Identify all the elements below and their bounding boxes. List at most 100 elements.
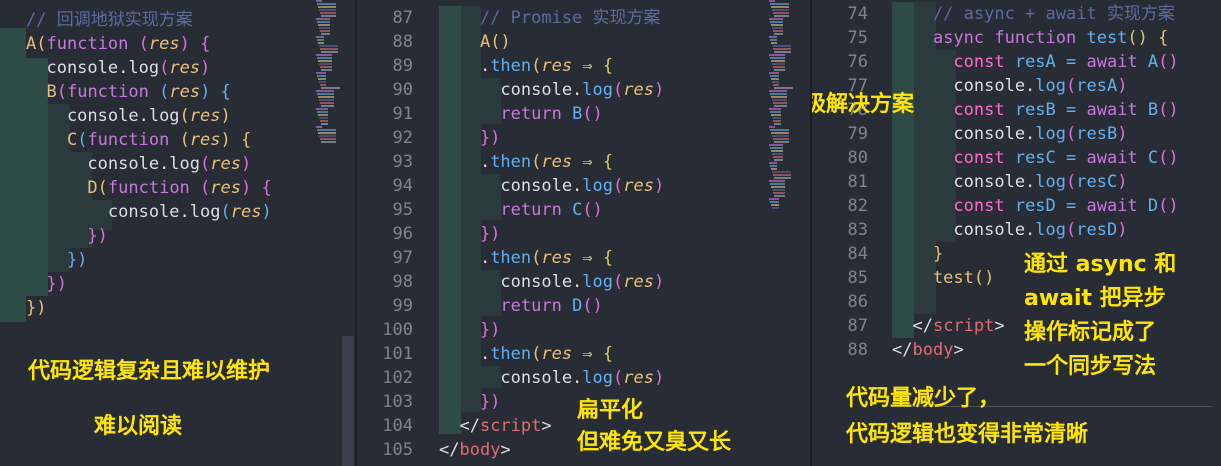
minimap[interactable] [769, 0, 793, 240]
minimap-line [770, 75, 779, 77]
minimap-line [771, 96, 787, 98]
code-token: }) [26, 274, 67, 294]
code-line[interactable]: test() [892, 266, 994, 290]
annotation-desc-4: 一个同步写法 [1024, 354, 1157, 379]
code-line[interactable]: }) [439, 318, 500, 342]
line-number: 97 [392, 248, 413, 268]
minimap-line [319, 81, 326, 83]
code-line[interactable]: return C() [439, 198, 603, 222]
code-line[interactable]: // 回调地狱实现方案 [26, 8, 193, 32]
code-line[interactable]: }) [26, 272, 67, 296]
code-line[interactable]: C(function (res) { [26, 128, 251, 152]
code-token: ( [159, 58, 170, 78]
minimap[interactable] [316, 0, 340, 240]
code-line[interactable]: A() [439, 30, 511, 54]
code-token: log [169, 154, 201, 174]
code-line[interactable]: .then(res ⇒ { [439, 54, 613, 78]
editor-panel-promise[interactable]: 87 88 89 90 91 92 93 94 95 96 97 98 99 100 101 102 103 10… [357, 0, 810, 466]
code-line[interactable]: </script> [439, 414, 551, 438]
minimap-line [773, 156, 783, 158]
code-line[interactable]: console.log(res) [26, 56, 210, 80]
code-line[interactable]: return B() [439, 102, 602, 126]
code-line[interactable]: }) [439, 222, 500, 246]
editor-panel-callback[interactable]: // 回调地狱实现方案 A(function (res) { console.lo… [0, 0, 355, 466]
code-token: () [582, 296, 603, 316]
minimap-line [772, 207, 779, 209]
code-line[interactable]: console.log(resB) [892, 122, 1127, 146]
annotation-desc-1: 通过 async 和 [1024, 252, 1177, 277]
code-token: A [439, 32, 491, 52]
code-line[interactable]: console.log(resA) [892, 74, 1127, 98]
code-line[interactable]: D(function (res) { [26, 176, 271, 200]
code-line[interactable]: }) [439, 390, 500, 414]
code-line[interactable]: async function test() { [892, 26, 1168, 50]
minimap-line [772, 81, 779, 83]
code-line[interactable]: }) [26, 248, 87, 272]
code-token: ) [220, 106, 231, 126]
code-token: ( [138, 34, 149, 54]
scrollbar[interactable] [342, 336, 354, 466]
editor-panel-async-await[interactable]: 74 75 76 77 78 79 80 81 82 83 84 85 86 87 88 // async … [812, 0, 1221, 466]
code-token: return [439, 296, 573, 316]
annotation-summary-1: 代码量减少了， [846, 386, 1001, 411]
code-line[interactable]: // async + await 实现方案 [892, 2, 1175, 26]
code-line[interactable]: console.log(res) [26, 200, 272, 224]
code-line[interactable]: console.log(res) [439, 78, 664, 102]
minimap-line [772, 9, 789, 11]
code-line[interactable]: console.log(resC) [892, 170, 1127, 194]
code-line[interactable]: console.log(res) [439, 174, 664, 198]
code-token: ) { [179, 34, 211, 54]
minimap-line [774, 51, 791, 53]
code-line[interactable]: .then(res ⇒ { [439, 150, 613, 174]
code-line[interactable]: console.log(res) [439, 270, 664, 294]
minimap-line [321, 141, 336, 143]
minimap-line [773, 192, 785, 194]
code-line[interactable]: .then(res ⇒ { [439, 342, 613, 366]
code-token: resD [1076, 220, 1118, 240]
code-line[interactable]: return D() [439, 294, 603, 318]
code-line[interactable]: const resB = await B() [892, 98, 1178, 122]
code-line[interactable]: }) [26, 224, 107, 248]
code-line[interactable]: console.log(res) [439, 366, 664, 390]
minimap-line [773, 48, 791, 50]
line-number: 96 [392, 224, 413, 244]
code-line[interactable]: .then(res ⇒ { [439, 246, 613, 270]
code-line[interactable]: console.log(res) [26, 104, 231, 128]
line-number: 83 [847, 220, 868, 240]
code-token: ( [179, 106, 190, 126]
code-line[interactable]: const resA = await A() [892, 50, 1178, 74]
minimap-line [769, 18, 783, 20]
code-token: ( [1066, 76, 1077, 96]
code-token: . [439, 56, 491, 76]
code-token: log [1035, 124, 1067, 144]
code-line[interactable]: console.log(resD) [892, 218, 1127, 242]
minimap-line [317, 39, 324, 41]
code-line[interactable]: </body> [439, 438, 511, 462]
minimap-line [772, 171, 791, 173]
code-token: then [490, 344, 532, 364]
code-token: ( [220, 202, 231, 222]
minimap-line [318, 6, 336, 8]
code-line[interactable]: } [892, 242, 943, 266]
code-token: D [26, 178, 98, 198]
code-line[interactable]: </body> [892, 338, 964, 362]
code-line[interactable]: console.log(res) [26, 152, 251, 176]
minimap-line [772, 27, 783, 29]
code-line[interactable]: }) [439, 126, 500, 150]
code-token: () [582, 200, 603, 220]
minimap-line [319, 27, 330, 29]
code-line[interactable]: const resC = await C() [892, 146, 1178, 170]
code-token: ( [613, 368, 624, 388]
code-line[interactable]: B(function (res) { [26, 80, 230, 104]
code-line[interactable]: const resD = await D() [892, 194, 1178, 218]
code-line[interactable]: A(function (res) { [26, 32, 210, 56]
line-number: 101 [382, 344, 413, 364]
code-line[interactable]: }) [26, 296, 46, 320]
code-line[interactable]: // Promise 实现方案 [439, 6, 661, 30]
code-line[interactable]: </script> [892, 314, 1004, 338]
minimap-line [316, 108, 328, 110]
code-token: const [892, 148, 1015, 168]
annotation-ultimate: 终极解决方案 [812, 92, 915, 117]
minimap-line [774, 159, 783, 161]
code-token: ( [56, 82, 67, 102]
